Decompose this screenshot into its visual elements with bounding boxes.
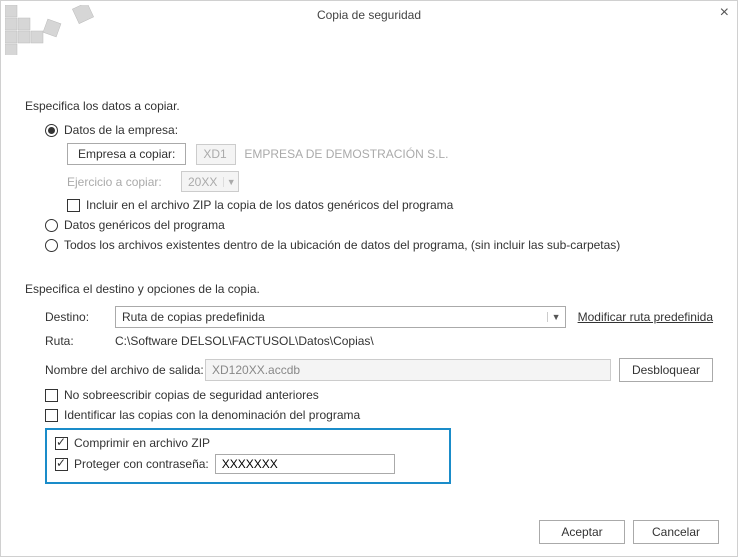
year-value: 20XX — [182, 175, 223, 189]
checkbox-include-generic[interactable] — [67, 199, 80, 212]
dest-select[interactable]: Ruta de copias predefinida ▼ — [115, 306, 566, 328]
path-label: Ruta: — [45, 334, 115, 348]
path-value: C:\Software DELSOL\FACTUSOL\Datos\Copias… — [115, 334, 374, 348]
cancel-button[interactable]: Cancelar — [633, 520, 719, 544]
outname-label: Nombre del archivo de salida: — [45, 363, 205, 377]
year-select: 20XX ▼ — [181, 171, 239, 192]
section1-title: Especifica los datos a copiar. — [25, 99, 713, 113]
checkbox-zip-label: Comprimir en archivo ZIP — [74, 436, 210, 450]
radio-generic-data[interactable] — [45, 219, 58, 232]
checkbox-zip[interactable] — [55, 437, 68, 450]
close-icon[interactable]: × — [720, 5, 729, 21]
company-code-field — [196, 144, 236, 165]
dest-label: Destino: — [45, 310, 115, 324]
checkbox-identify[interactable] — [45, 409, 58, 422]
modify-path-link[interactable]: Modificar ruta predefinida — [578, 310, 713, 324]
radio-company-data[interactable] — [45, 124, 58, 137]
title-bar: Copia de seguridad × — [1, 5, 737, 25]
dialog-footer: Aceptar Cancelar — [531, 520, 719, 544]
year-label: Ejercicio a copiar: — [67, 175, 171, 189]
outname-field — [205, 359, 611, 381]
checkbox-password-label: Proteger con contraseña: — [74, 457, 209, 471]
checkbox-include-generic-label: Incluir en el archivo ZIP la copia de lo… — [86, 198, 453, 212]
unlock-button[interactable]: Desbloquear — [619, 358, 713, 382]
dest-value: Ruta de copias predefinida — [116, 310, 547, 324]
password-field[interactable] — [215, 454, 395, 474]
accept-button[interactable]: Aceptar — [539, 520, 625, 544]
radio-all-files[interactable] — [45, 239, 58, 252]
dialog-title: Copia de seguridad — [317, 8, 421, 22]
chevron-down-icon[interactable]: ▼ — [547, 312, 565, 322]
radio-all-label: Todos los archivos existentes dentro de … — [64, 238, 620, 252]
checkbox-identify-label: Identificar las copias con la denominaci… — [64, 408, 360, 422]
chevron-down-icon: ▼ — [223, 177, 238, 187]
radio-generic-label: Datos genéricos del programa — [64, 218, 225, 232]
highlight-box: Comprimir en archivo ZIP Proteger con co… — [45, 428, 451, 484]
section2-title: Especifica el destino y opciones de la c… — [25, 282, 713, 296]
checkbox-no-overwrite[interactable] — [45, 389, 58, 402]
company-name-text: EMPRESA DE DEMOSTRACIÓN S.L. — [244, 147, 448, 161]
checkbox-no-overwrite-label: No sobreescribir copias de seguridad ant… — [64, 388, 319, 402]
radio-company-label: Datos de la empresa: — [64, 123, 178, 137]
checkbox-password[interactable] — [55, 458, 68, 471]
company-to-copy-button[interactable]: Empresa a copiar: — [67, 143, 186, 165]
